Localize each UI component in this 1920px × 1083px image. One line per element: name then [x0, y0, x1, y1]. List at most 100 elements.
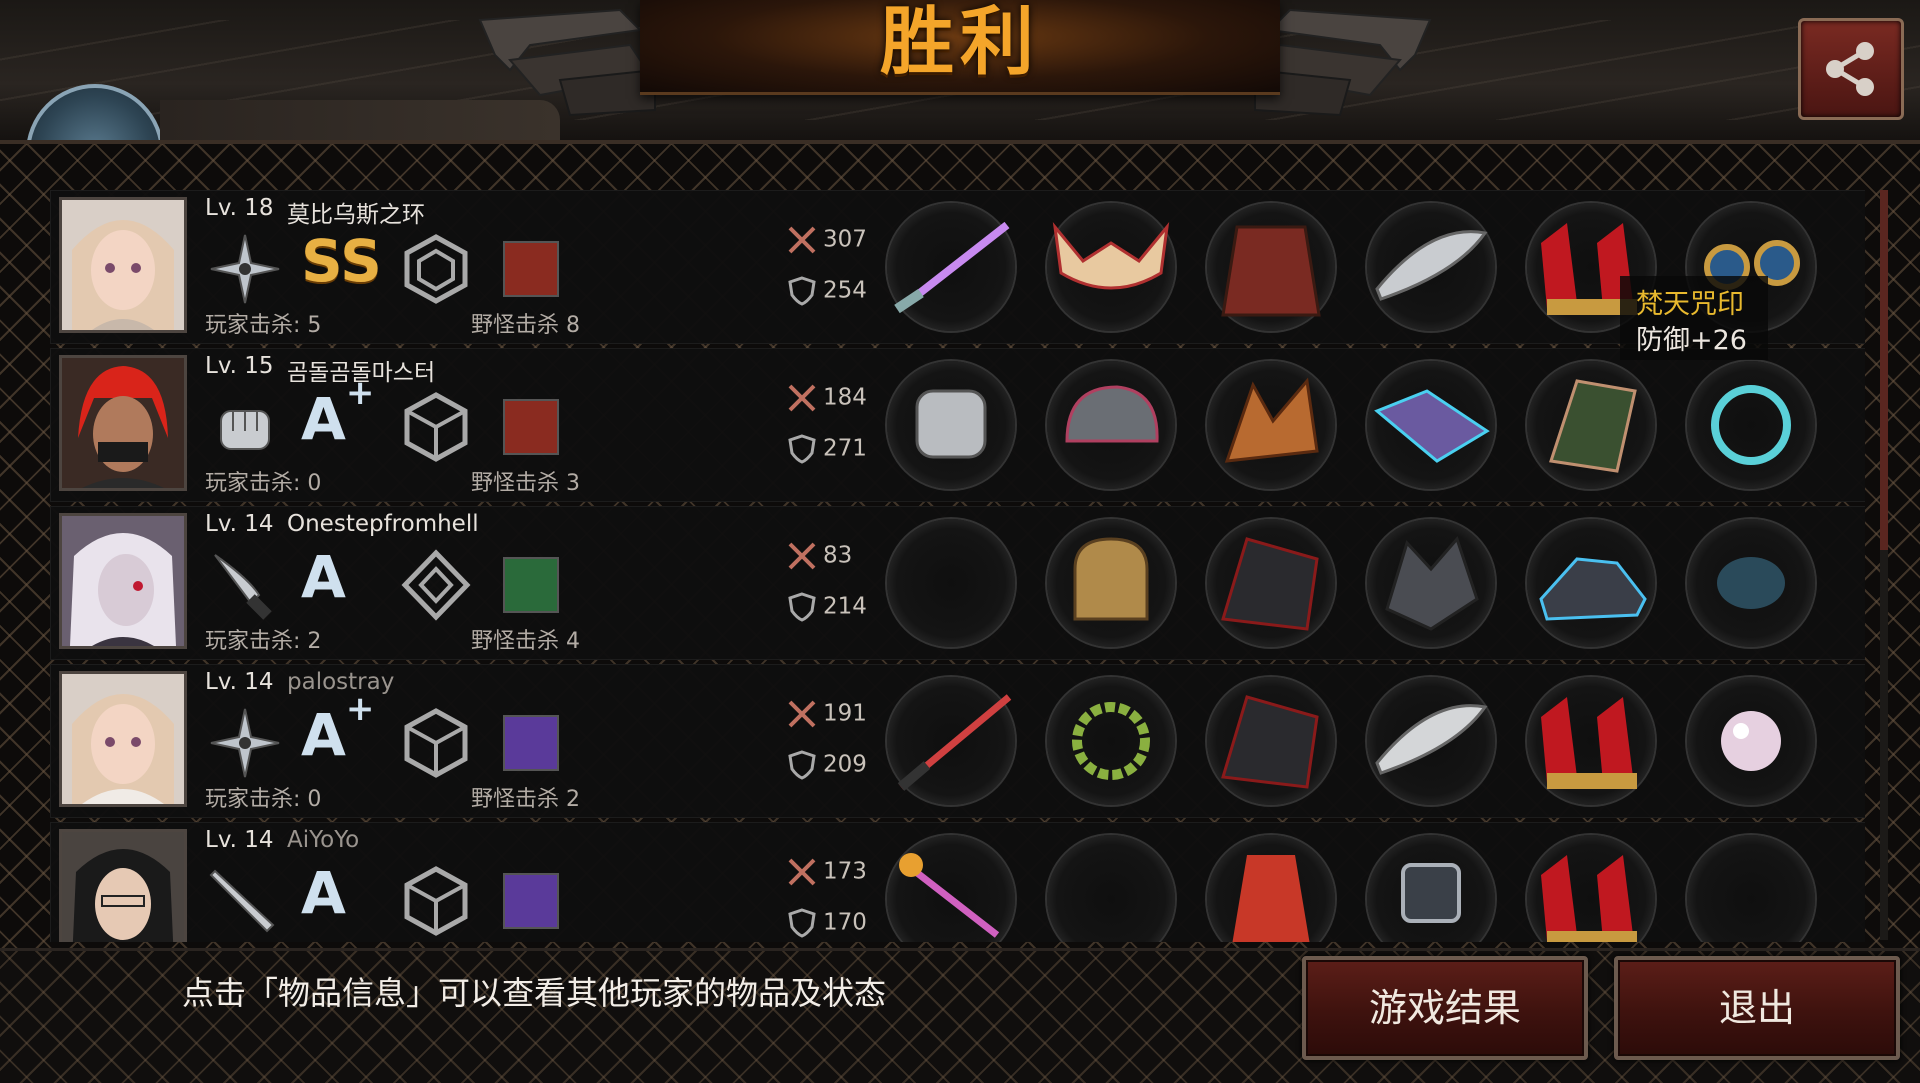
player-level: Lv. 14 [205, 511, 274, 537]
player-portrait [59, 671, 187, 807]
suit-icon [1221, 695, 1319, 789]
item-slot-chest[interactable] [1207, 677, 1335, 805]
player-name: Onestepfromhell [287, 511, 479, 537]
dark-orb-icon [1717, 557, 1785, 609]
player-row[interactable]: Lv. 14 AiYoYo A 173 170 [50, 822, 1865, 942]
item-slot-chest[interactable] [1207, 519, 1335, 647]
player-row[interactable]: Lv. 18 莫比乌斯之环 SS 玩家击杀: 5 野怪击杀 8 307 254 [50, 190, 1865, 344]
item-slot-accessory[interactable] [1687, 361, 1815, 489]
lightsaber-icon [894, 221, 1010, 314]
rank-emblem-icon [401, 549, 471, 621]
winged-crown-icon [1052, 222, 1170, 290]
player-portrait [59, 513, 187, 649]
item-slot-head[interactable] [1047, 203, 1175, 331]
gauntlet-icon [915, 389, 987, 459]
dragon-bracer-icon [1374, 389, 1490, 463]
player-kills: 玩家击杀: 5 [205, 313, 322, 338]
grade-badge: A+ [301, 689, 375, 769]
item-slot-chest[interactable] [1207, 835, 1335, 942]
attack-stat: 184 [787, 383, 867, 413]
sneakers-icon [1539, 557, 1647, 621]
suit-icon [1221, 537, 1319, 631]
item-slot-weapon[interactable] [887, 203, 1015, 331]
item-slot-arm[interactable] [1367, 203, 1495, 331]
rank-emblem-icon [404, 234, 468, 304]
item-slot-leg[interactable] [1527, 677, 1655, 805]
defense-stat: 170 [787, 908, 867, 938]
item-slot-accessory-empty[interactable] [1687, 835, 1815, 942]
feather-charm-icon [1711, 385, 1791, 465]
scale-armor-icon [1224, 377, 1319, 463]
player-level: Lv. 14 [205, 669, 274, 695]
item-slot-head[interactable] [1047, 519, 1175, 647]
shuriken-icon [210, 234, 280, 304]
item-slot-arm[interactable] [1367, 361, 1495, 489]
share-button[interactable] [1798, 18, 1904, 120]
item-slot-chest[interactable] [1207, 203, 1335, 331]
exit-button[interactable]: 退出 [1614, 956, 1900, 1060]
tooltip-item-name: 梵天咒印 [1636, 289, 1744, 320]
game-result-button[interactable]: 游戏结果 [1302, 956, 1588, 1060]
item-slot-leg[interactable] [1527, 361, 1655, 489]
item-slot-head[interactable] [1047, 677, 1175, 805]
helmet-icon [1065, 385, 1159, 443]
knife-icon [214, 554, 272, 620]
bracer-icon [1375, 704, 1488, 775]
spiked-bracer-icon [1385, 536, 1479, 631]
player-row[interactable]: Lv. 15 곰돌곰돌마스터 A+ 玩家击杀: 0 野怪击杀 3 184 271 [50, 348, 1865, 502]
player-row[interactable]: Lv. 14 Onestepfromhell A 玩家击杀: 2 野怪击杀 4 … [50, 506, 1865, 660]
monster-icon [503, 715, 559, 771]
monster-icon [503, 873, 559, 929]
player-name: 莫比乌斯之环 [287, 202, 425, 228]
player-level: Lv. 14 [205, 827, 274, 853]
attack-stat: 191 [787, 699, 867, 729]
grade-badge: A+ [301, 373, 375, 453]
player-portrait [59, 355, 187, 491]
monster-kills: 野怪击杀 2 [471, 787, 580, 812]
attack-stat: 173 [787, 857, 867, 887]
item-slot-head[interactable] [1047, 361, 1175, 489]
item-slot-arm[interactable] [1367, 677, 1495, 805]
rank-emblem-icon [404, 708, 468, 778]
player-list[interactable]: Lv. 18 莫比乌斯之环 SS 玩家击杀: 5 野怪击杀 8 307 254 … [50, 190, 1865, 942]
monster-icon [503, 399, 559, 455]
red-dress-icon [1232, 855, 1310, 942]
shield-icon [788, 908, 816, 938]
share-icon [1826, 42, 1874, 96]
player-level: Lv. 15 [205, 353, 274, 379]
item-slot-accessory[interactable] [1687, 519, 1815, 647]
monster-icon [503, 557, 559, 613]
item-slot-chest[interactable] [1207, 361, 1335, 489]
shield-icon [788, 434, 816, 464]
item-slot-weapon[interactable] [887, 835, 1015, 942]
list-scrollbar-thumb[interactable] [1880, 190, 1888, 550]
shuriken-icon [210, 708, 280, 778]
shield-icon [788, 592, 816, 622]
item-slot-weapon-empty[interactable] [887, 519, 1015, 647]
player-name: AiYoYo [287, 827, 360, 853]
red-heels-icon [1541, 855, 1637, 942]
item-slot-arm[interactable] [1367, 835, 1495, 942]
crossed-swords-icon [788, 858, 816, 886]
rank-emblem-icon [404, 392, 468, 462]
player-row[interactable]: Lv. 14 palostray A+ 玩家击杀: 0 野怪击杀 2 191 2… [50, 664, 1865, 818]
victory-title: 胜利 [880, 0, 1040, 85]
player-kills: 玩家击杀: 0 [205, 471, 322, 496]
item-slot-head-empty[interactable] [1047, 835, 1175, 942]
player-level: Lv. 18 [205, 195, 274, 221]
player-portrait [59, 829, 187, 942]
item-slot-weapon[interactable] [887, 677, 1015, 805]
player-kills: 玩家击杀: 2 [205, 629, 322, 654]
pearl-icon [1721, 711, 1781, 771]
monster-kills: 野怪击杀 8 [471, 313, 580, 338]
laurel-wreath-icon [1072, 702, 1150, 780]
item-slot-arm[interactable] [1367, 519, 1495, 647]
item-slot-leg[interactable] [1527, 519, 1655, 647]
bracer-icon [1375, 230, 1488, 301]
crossed-swords-icon [788, 226, 816, 254]
attack-stat: 307 [787, 225, 867, 255]
item-slot-weapon[interactable] [887, 361, 1015, 489]
shield-icon [788, 750, 816, 780]
item-slot-leg[interactable] [1527, 835, 1655, 942]
item-slot-accessory[interactable] [1687, 677, 1815, 805]
